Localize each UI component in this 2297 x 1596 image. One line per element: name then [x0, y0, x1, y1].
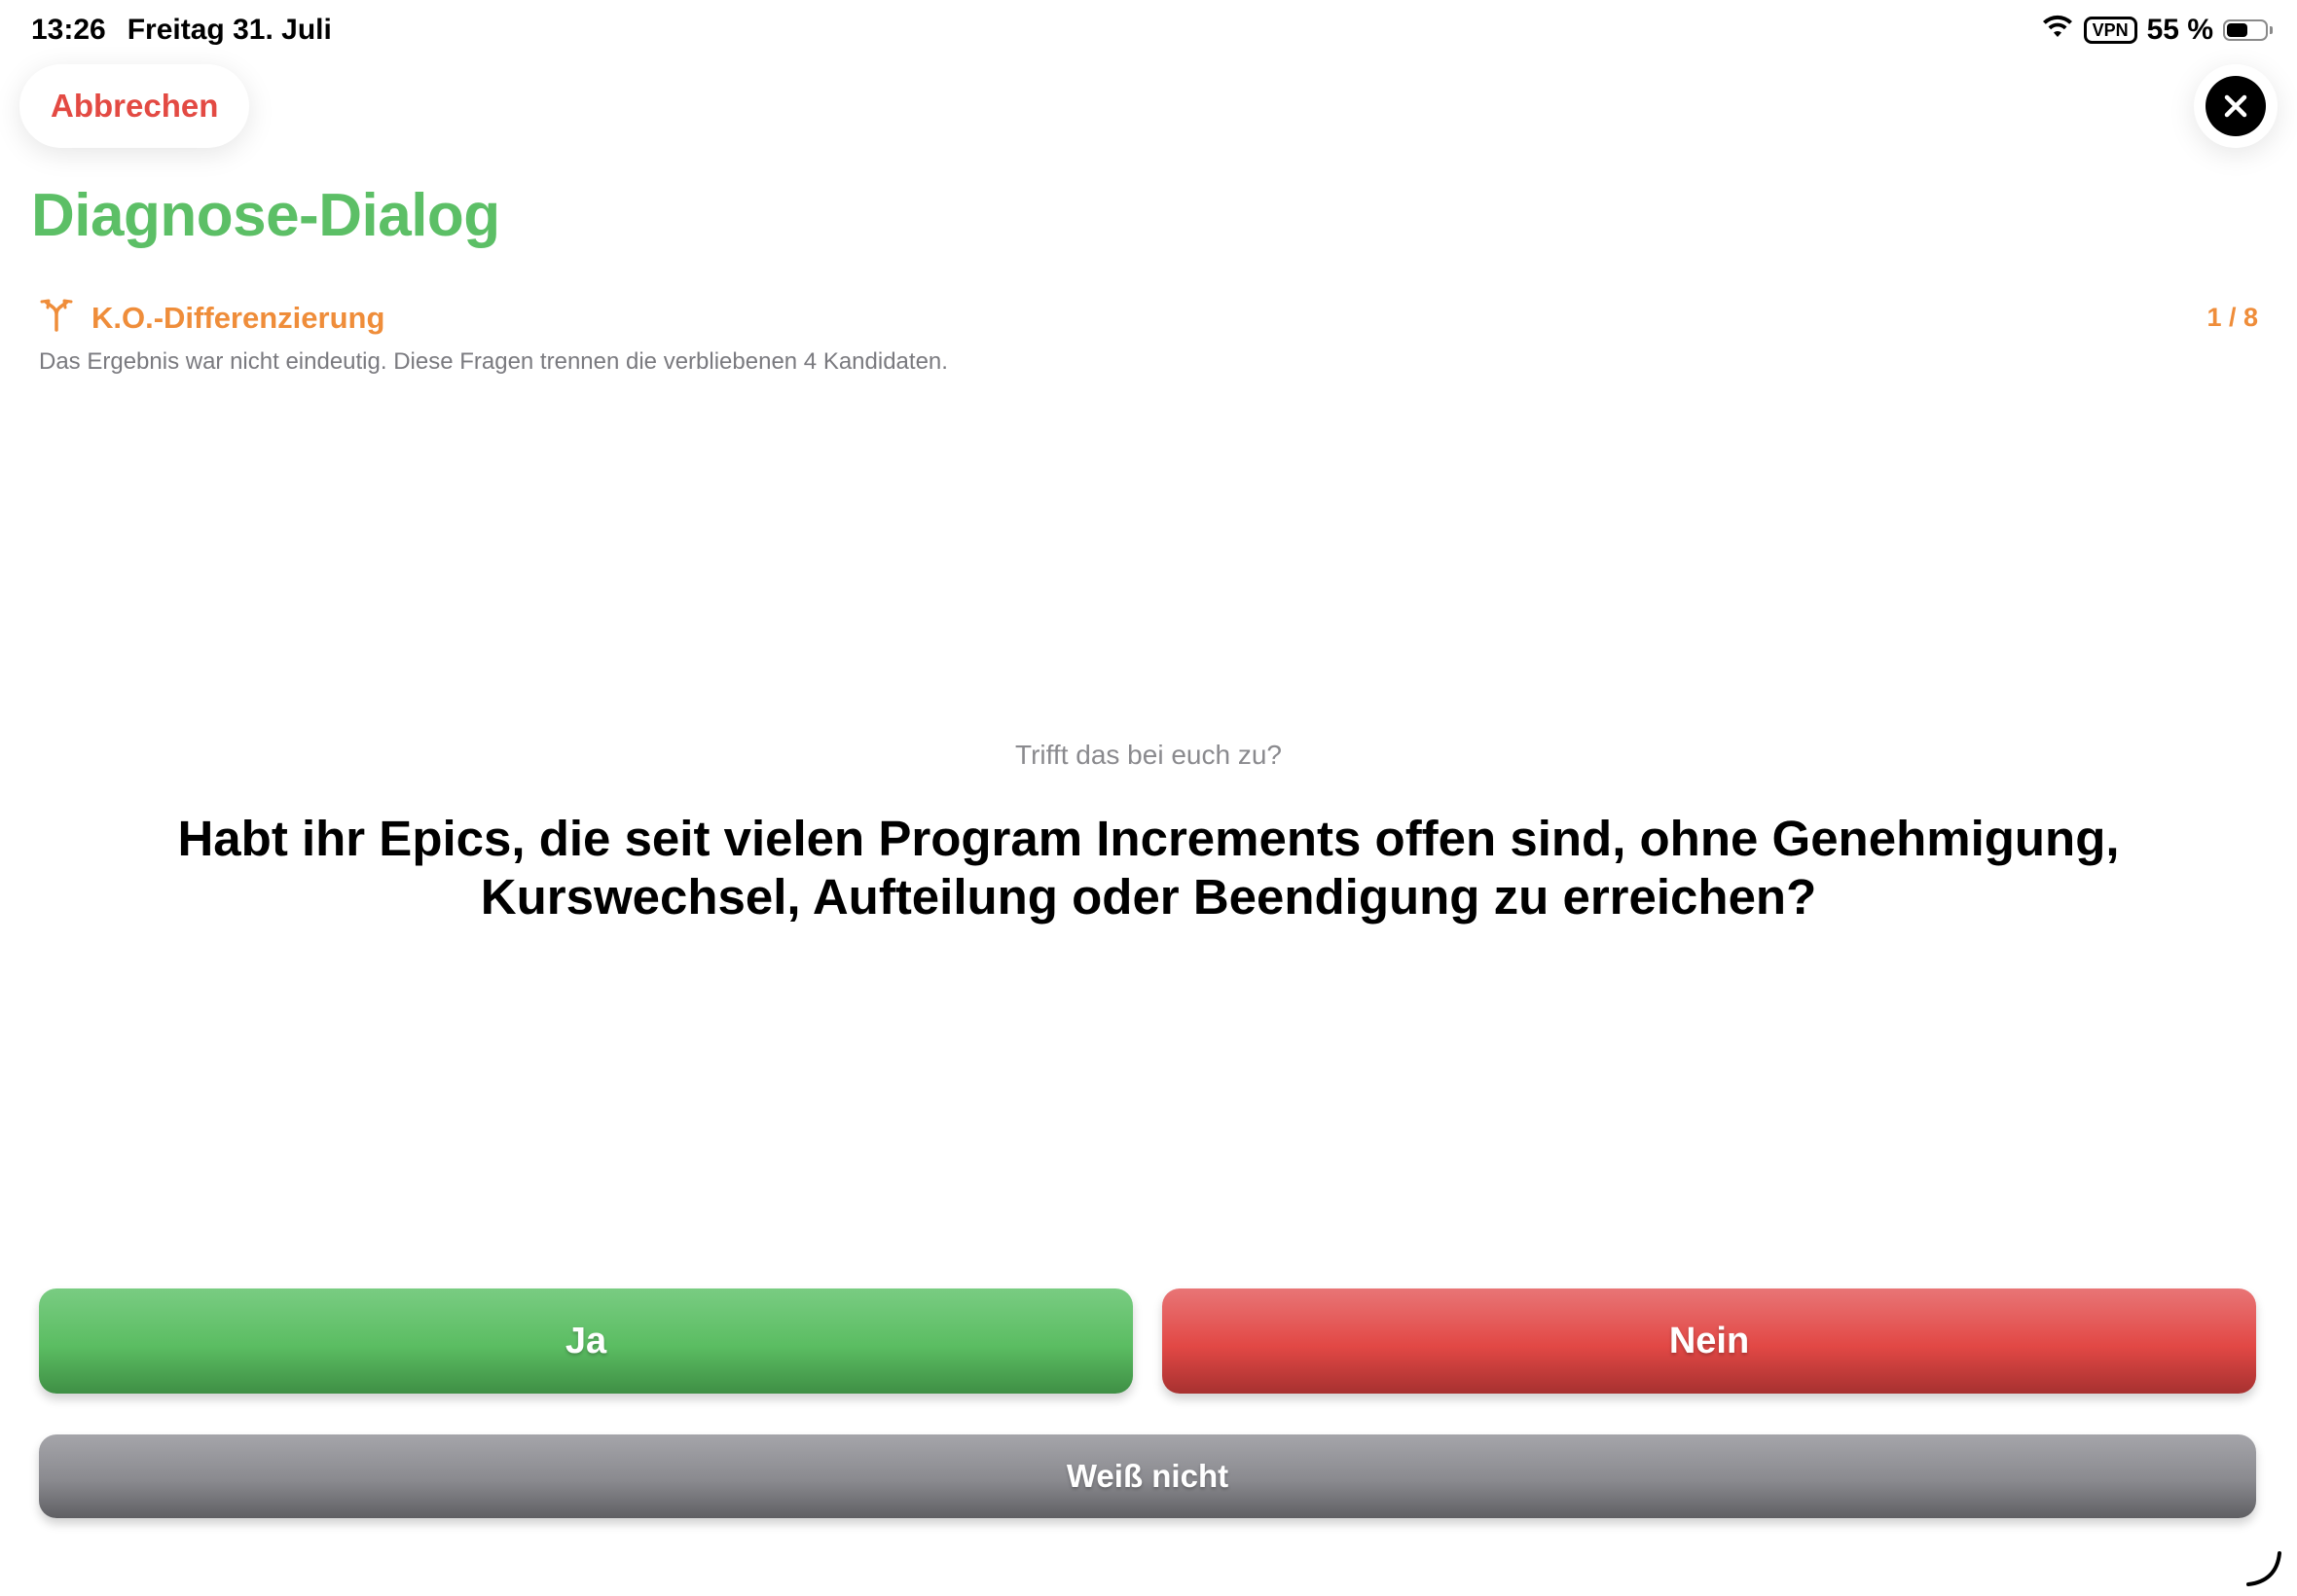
section-header: K.O.-Differenzierung 1 / 8: [39, 298, 2258, 338]
question-prompt: Trifft das bei euch zu?: [1015, 740, 1282, 770]
section-description: Das Ergebnis war nicht eindeutig. Diese …: [39, 348, 948, 375]
cancel-button[interactable]: Abbrechen: [19, 64, 250, 148]
question-text: Habt ihr Epics, die seit vielen Program …: [177, 811, 2120, 925]
xmark-icon: [2206, 76, 2266, 136]
page-title: Diagnose-Dialog: [31, 182, 500, 249]
vpn-badge: VPN: [2083, 17, 2137, 44]
status-date: Freitag 31. Juli: [127, 14, 332, 46]
battery-icon: [2223, 19, 2273, 41]
fork-branch-icon: [39, 298, 74, 338]
battery-percentage: 55 %: [2146, 14, 2213, 46]
status-bar-right: VPN 55 %: [2041, 14, 2273, 47]
battery-level-fill: [2227, 23, 2247, 37]
section-title: K.O.-Differenzierung: [91, 300, 385, 335]
step-counter: 1 / 8: [2206, 303, 2258, 332]
no-button[interactable]: Nein: [1162, 1288, 2256, 1394]
diagnose-dialog-screen: 13:26 Freitag 31. Juli VPN 55 % Abbreche…: [0, 0, 2297, 1596]
close-button[interactable]: [2194, 64, 2278, 148]
wifi-icon: [2041, 14, 2074, 47]
dont-know-button[interactable]: Weiß nicht: [39, 1434, 2256, 1518]
window-resize-handle[interactable]: [2244, 1549, 2283, 1588]
status-bar-left: 13:26 Freitag 31. Juli: [31, 14, 332, 47]
status-time: 13:26: [31, 14, 106, 46]
yes-button[interactable]: Ja: [39, 1288, 1133, 1394]
